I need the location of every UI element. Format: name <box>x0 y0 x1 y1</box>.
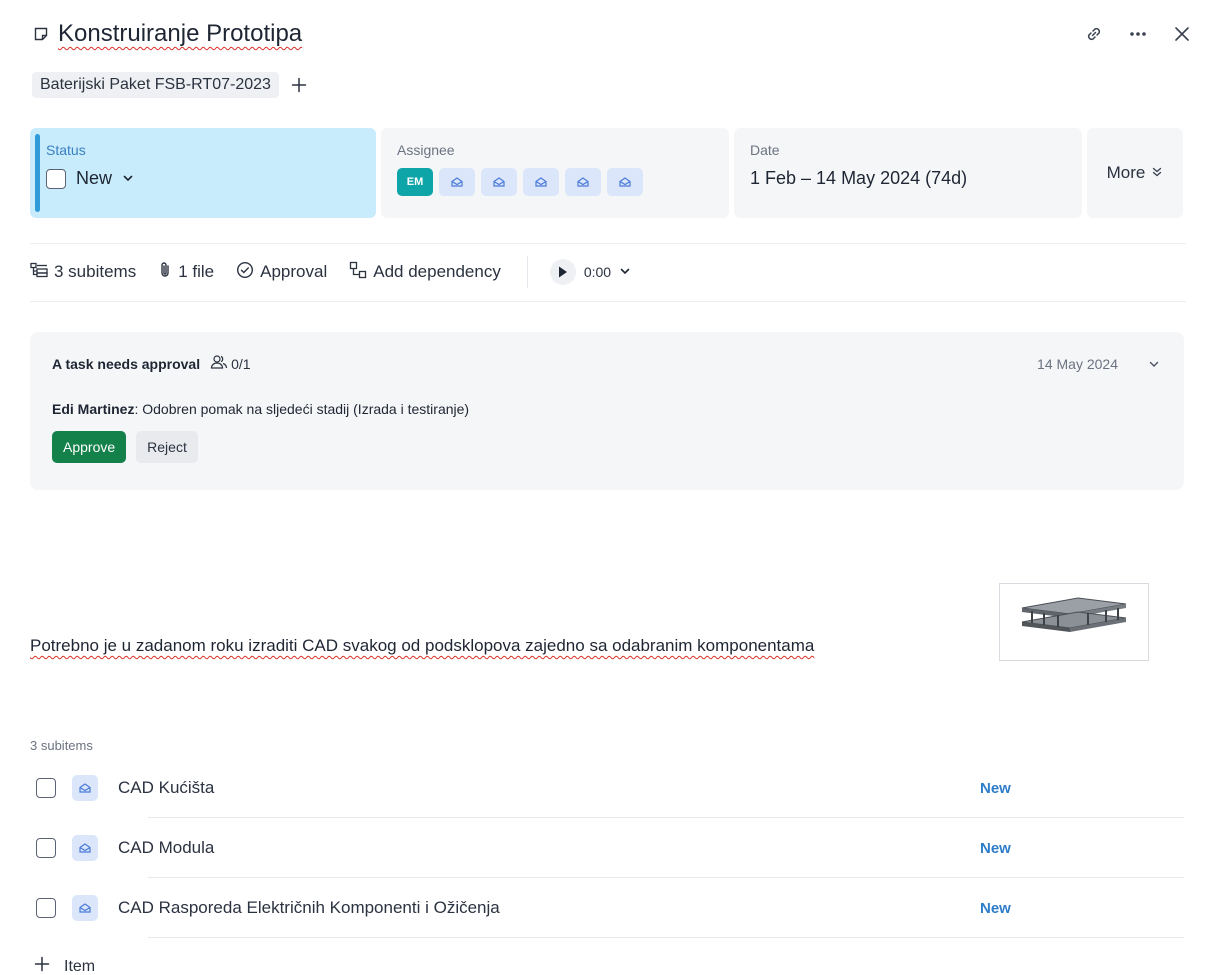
add-item-button[interactable]: Item <box>34 956 95 975</box>
more-fields-button[interactable]: More <box>1087 128 1183 218</box>
status-field[interactable]: Status New <box>30 128 376 218</box>
plus-icon[interactable] <box>289 75 309 95</box>
approvers-count: 0/1 <box>210 354 251 373</box>
time-tracker[interactable]: 0:00 <box>549 259 631 285</box>
task-toolbar: 3 subitems 1 file Approval Add dependenc… <box>30 256 631 288</box>
approval-message: Edi Martinez: Odobren pomak na sljedeći … <box>52 401 1162 417</box>
subitem-checkbox[interactable] <box>36 778 56 798</box>
divider <box>148 937 1184 938</box>
more-icon[interactable] <box>1128 24 1148 44</box>
files-button[interactable]: 1 file <box>158 261 214 284</box>
assignee-field[interactable]: Assignee EM <box>381 128 729 218</box>
description[interactable]: Potrebno je u zadanom roku izraditi CAD … <box>30 636 814 656</box>
divider <box>30 243 1186 244</box>
date-field[interactable]: Date 1 Feb – 14 May 2024 (74d) <box>734 128 1082 218</box>
approval-date: 14 May 2024 <box>1037 355 1118 372</box>
subitems-icon <box>30 262 48 283</box>
files-count: 1 file <box>178 262 215 281</box>
avatar[interactable]: EM <box>397 168 433 196</box>
task-header: Konstruiranje Prototipa <box>32 14 1192 54</box>
divider <box>30 301 1186 302</box>
status-value: New <box>76 168 113 188</box>
approval-card: A task needs approval 0/1 14 May 2024 Ed… <box>30 332 1184 490</box>
add-dependency-button[interactable]: Add dependency <box>349 261 501 284</box>
assignee-avatars: EM <box>397 168 713 196</box>
chevron-down-icon <box>122 168 134 189</box>
approval-author: Edi Martinez <box>52 401 135 417</box>
team-avatar-icon[interactable] <box>72 895 98 921</box>
approvers-value: 0/1 <box>231 355 251 372</box>
description-text: Potrebno je u zadanom roku izraditi CAD … <box>30 636 815 655</box>
field-cards: Status New Assignee EM Date 1 Feb – 14 M… <box>30 128 1185 218</box>
approval-button[interactable]: Approval <box>236 261 327 284</box>
more-label: More <box>1106 163 1146 182</box>
subitem-row[interactable]: CAD Modula New <box>30 818 1184 878</box>
double-chevron-down-icon <box>1151 163 1163 183</box>
toolbar-divider <box>526 256 528 288</box>
subitems-button[interactable]: 3 subitems <box>30 262 136 283</box>
subitem-row[interactable]: CAD Rasporeda Električnih Komponenti i O… <box>30 878 1184 938</box>
approval-label: Approval <box>260 262 328 281</box>
team-avatar-icon[interactable] <box>72 775 98 801</box>
task-title[interactable]: Konstruiranje Prototipa <box>58 20 302 48</box>
status-label: Status <box>46 142 86 158</box>
team-avatar-icon[interactable] <box>439 168 475 196</box>
link-icon[interactable] <box>1084 24 1104 44</box>
paperclip-icon <box>158 261 172 284</box>
project-tag[interactable]: Baterijski Paket FSB-RT07-2023 <box>32 72 279 98</box>
team-avatar-icon[interactable] <box>607 168 643 196</box>
subitem-name[interactable]: CAD Modula <box>118 838 214 858</box>
subitem-checkbox[interactable] <box>36 898 56 918</box>
approval-title: A task needs approval <box>52 355 201 372</box>
attachment-thumbnail[interactable] <box>999 583 1149 661</box>
users-icon <box>210 354 228 373</box>
note-icon <box>32 25 50 43</box>
tag-row: Baterijski Paket FSB-RT07-2023 <box>32 72 309 98</box>
date-label: Date <box>750 142 780 158</box>
subitem-row[interactable]: CAD Kućišta New <box>30 758 1184 818</box>
status-badge[interactable]: New <box>980 780 1011 797</box>
subitems-heading: 3 subitems <box>30 738 93 753</box>
add-item-label: Item <box>64 957 96 975</box>
approval-text: : Odobren pomak na sljedeći stadij (Izra… <box>134 401 470 417</box>
plus-icon <box>34 956 50 975</box>
date-value[interactable]: 1 Feb – 14 May 2024 (74d) <box>750 168 1066 189</box>
chevron-down-icon[interactable] <box>1146 356 1162 372</box>
status-badge[interactable]: New <box>980 900 1011 917</box>
dependency-icon <box>349 261 367 284</box>
subitem-checkbox[interactable] <box>36 838 56 858</box>
status-badge[interactable]: New <box>980 840 1011 857</box>
team-avatar-icon[interactable] <box>481 168 517 196</box>
status-dropdown[interactable]: New <box>46 168 360 189</box>
chevron-down-icon <box>619 264 631 280</box>
team-avatar-icon[interactable] <box>523 168 559 196</box>
close-icon[interactable] <box>1172 24 1192 44</box>
subitem-name[interactable]: CAD Kućišta <box>118 778 214 798</box>
team-avatar-icon[interactable] <box>72 835 98 861</box>
cad-model-image <box>1021 597 1127 632</box>
play-icon[interactable] <box>549 259 576 285</box>
reject-button[interactable]: Reject <box>136 431 198 463</box>
timer-value: 0:00 <box>583 264 612 280</box>
approve-button[interactable]: Approve <box>52 431 127 463</box>
subitem-name[interactable]: CAD Rasporeda Električnih Komponenti i O… <box>118 898 500 918</box>
assignee-label: Assignee <box>397 142 455 158</box>
subitems-count: 3 subitems <box>54 262 137 281</box>
check-circle-icon <box>236 261 254 284</box>
dependency-label: Add dependency <box>373 262 501 281</box>
status-checkbox[interactable] <box>46 168 66 189</box>
team-avatar-icon[interactable] <box>565 168 601 196</box>
